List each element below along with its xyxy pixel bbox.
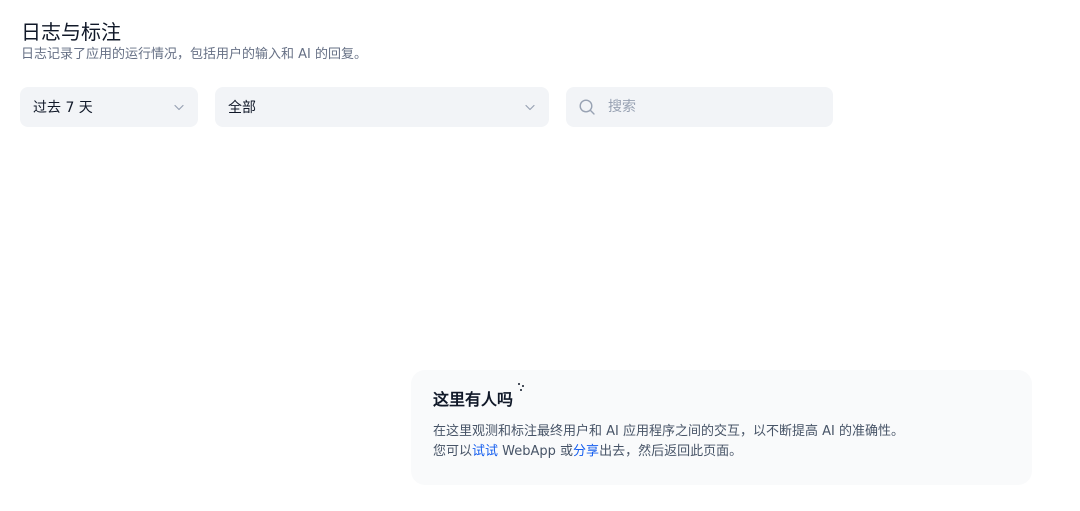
line2-mid: WebApp 或: [498, 444, 574, 459]
period-select-value: 过去 7 天: [33, 100, 93, 116]
empty-state-title: 这里有人吗: [433, 390, 514, 409]
search-input[interactable]: [606, 98, 820, 116]
chevron-down-icon: [525, 104, 535, 111]
logs-page: 日志与标注 日志记录了应用的运行情况，包括用户的输入和 AI 的回复。 过去 7…: [0, 0, 1080, 511]
empty-state-line1: 在这里观测和标注最终用户和 AI 应用程序之间的交互，以不断提高 AI 的准确性…: [433, 424, 904, 439]
share-link[interactable]: 分享: [573, 444, 599, 459]
empty-state-line2: 您可以试试 WebApp 或分享出去，然后返回此页面。: [433, 442, 1010, 462]
page-subtitle: 日志记录了应用的运行情况，包括用户的输入和 AI 的回复。: [21, 47, 367, 62]
search-icon: [579, 99, 595, 115]
try-webapp-link[interactable]: 试试: [472, 444, 498, 459]
empty-state-card: 这里有人吗 在这里观测和标注最终用户和 AI 应用程序之间的交互，以不断提高 A…: [411, 370, 1032, 485]
period-select[interactable]: 过去 7 天: [20, 87, 198, 127]
chevron-down-icon: [174, 104, 184, 111]
status-select[interactable]: 全部: [215, 87, 549, 127]
page-title: 日志与标注: [21, 20, 121, 44]
sparkle-dots-icon: [518, 383, 525, 391]
status-select-value: 全部: [228, 100, 256, 116]
line2-prefix: 您可以: [433, 444, 473, 459]
search-box[interactable]: [566, 87, 833, 127]
empty-state-description: 在这里观测和标注最终用户和 AI 应用程序之间的交互，以不断提高 AI 的准确性…: [433, 422, 1010, 462]
line2-suffix: 出去，然后返回此页面。: [599, 444, 743, 459]
empty-state-title-row: 这里有人吗: [433, 383, 1010, 412]
page-header: 日志与标注 日志记录了应用的运行情况，包括用户的输入和 AI 的回复。: [21, 18, 367, 64]
